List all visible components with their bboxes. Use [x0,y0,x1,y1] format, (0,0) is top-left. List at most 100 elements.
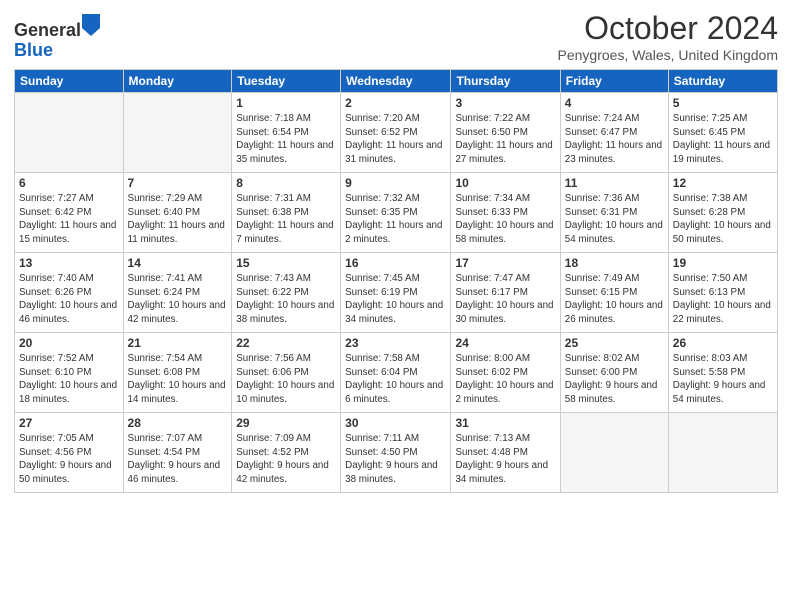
day-info: Sunrise: 7:47 AMSunset: 6:17 PMDaylight:… [455,272,555,327]
day-cell [123,93,232,173]
day-info: Sunrise: 8:02 AMSunset: 6:00 PMDaylight:… [565,352,664,407]
week-row-5: 27 Sunrise: 7:05 AMSunset: 4:56 PMDayligh… [15,413,778,493]
day-cell: 26Sunrise: 8:03 AMSunset: 5:58 PMDayligh… [668,333,777,413]
day-info: Sunrise: 7:36 AMSunset: 6:31 PMDaylight:… [565,192,664,247]
day-cell: 28Sunrise: 7:07 AMSunset: 4:54 PMDayligh… [123,413,232,493]
title-block: October 2024 Penygroes, Wales, United Ki… [558,10,778,63]
day-info: Sunrise: 7:24 AMSunset: 6:47 PMDaylight:… [565,112,664,167]
day-number: 31 [455,416,555,430]
day-info: Sunrise: 7:49 AMSunset: 6:15 PMDaylight:… [565,272,664,327]
day-cell: 21Sunrise: 7:54 AMSunset: 6:08 PMDayligh… [123,333,232,413]
logo: General Blue [14,14,100,61]
logo-blue: Blue [14,40,53,60]
subtitle: Penygroes, Wales, United Kingdom [558,47,778,63]
day-info: Sunrise: 7:18 AMSunset: 6:54 PMDaylight:… [236,112,336,167]
day-cell: 22 Sunrise: 7:56 AMSunset: 6:06 PMDayligh… [232,333,341,413]
day-cell: 4 Sunrise: 7:24 AMSunset: 6:47 PMDaylight… [560,93,668,173]
day-cell: 13 Sunrise: 7:40 AMSunset: 6:26 PMDayligh… [15,253,124,333]
day-cell [668,413,777,493]
day-info: Sunrise: 7:40 AMSunset: 6:26 PMDaylight:… [19,272,119,327]
day-number: 25 [565,336,664,350]
day-number: 26 [673,336,773,350]
day-info: Sunrise: 7:11 AMSunset: 4:50 PMDaylight:… [345,432,446,487]
day-number: 14 [128,256,228,270]
calendar-body: 1 Sunrise: 7:18 AMSunset: 6:54 PMDaylight… [15,93,778,493]
day-number: 7 [128,176,228,190]
logo-icon [82,14,100,36]
day-info: Sunrise: 7:13 AMSunset: 4:48 PMDaylight:… [455,432,555,487]
day-info: Sunrise: 7:58 AMSunset: 6:04 PMDaylight:… [345,352,446,407]
day-number: 9 [345,176,446,190]
day-number: 17 [455,256,555,270]
main-title: October 2024 [558,10,778,47]
day-number: 3 [455,96,555,110]
day-number: 6 [19,176,119,190]
col-wednesday: Wednesday [341,70,451,93]
col-saturday: Saturday [668,70,777,93]
day-info: Sunrise: 7:09 AMSunset: 4:52 PMDaylight:… [236,432,336,487]
day-number: 24 [455,336,555,350]
day-number: 18 [565,256,664,270]
day-info: Sunrise: 7:41 AMSunset: 6:24 PMDaylight:… [128,272,228,327]
day-number: 15 [236,256,336,270]
day-info: Sunrise: 7:50 AMSunset: 6:13 PMDaylight:… [673,272,773,327]
col-thursday: Thursday [451,70,560,93]
day-info: Sunrise: 7:22 AMSunset: 6:50 PMDaylight:… [455,112,555,167]
day-number: 23 [345,336,446,350]
day-cell: 24 Sunrise: 8:00 AMSunset: 6:02 PMDayligh… [451,333,560,413]
day-cell [560,413,668,493]
day-cell: 20Sunrise: 7:52 AMSunset: 6:10 PMDayligh… [15,333,124,413]
day-info: Sunrise: 7:56 AMSunset: 6:06 PMDaylight:… [236,352,336,407]
day-number: 10 [455,176,555,190]
calendar-header: Sunday Monday Tuesday Wednesday Thursday… [15,70,778,93]
day-info: Sunrise: 7:38 AMSunset: 6:28 PMDaylight:… [673,192,773,247]
day-cell: 1 Sunrise: 7:18 AMSunset: 6:54 PMDaylight… [232,93,341,173]
day-number: 4 [565,96,664,110]
day-cell: 9Sunrise: 7:32 AMSunset: 6:35 PMDaylight… [341,173,451,253]
day-cell: 6Sunrise: 7:27 AMSunset: 6:42 PMDaylight… [15,173,124,253]
day-number: 29 [236,416,336,430]
day-cell: 3 Sunrise: 7:22 AMSunset: 6:50 PMDaylight… [451,93,560,173]
week-row-3: 13 Sunrise: 7:40 AMSunset: 6:26 PMDayligh… [15,253,778,333]
week-row-1: 1 Sunrise: 7:18 AMSunset: 6:54 PMDaylight… [15,93,778,173]
day-cell [15,93,124,173]
page: General Blue October 2024 Penygroes, Wal… [0,0,792,612]
header: General Blue October 2024 Penygroes, Wal… [14,10,778,63]
day-number: 8 [236,176,336,190]
day-info: Sunrise: 7:29 AMSunset: 6:40 PMDaylight:… [128,192,228,247]
day-number: 13 [19,256,119,270]
day-number: 2 [345,96,446,110]
day-number: 16 [345,256,446,270]
day-cell: 17 Sunrise: 7:47 AMSunset: 6:17 PMDayligh… [451,253,560,333]
day-cell: 18 Sunrise: 7:49 AMSunset: 6:15 PMDayligh… [560,253,668,333]
day-cell: 16Sunrise: 7:45 AMSunset: 6:19 PMDayligh… [341,253,451,333]
day-info: Sunrise: 7:07 AMSunset: 4:54 PMDaylight:… [128,432,228,487]
day-info: Sunrise: 7:05 AMSunset: 4:56 PMDaylight:… [19,432,119,487]
day-cell: 12 Sunrise: 7:38 AMSunset: 6:28 PMDayligh… [668,173,777,253]
day-cell: 30 Sunrise: 7:11 AMSunset: 4:50 PMDayligh… [341,413,451,493]
col-sunday: Sunday [15,70,124,93]
day-info: Sunrise: 7:43 AMSunset: 6:22 PMDaylight:… [236,272,336,327]
day-cell: 27 Sunrise: 7:05 AMSunset: 4:56 PMDayligh… [15,413,124,493]
day-cell: 25 Sunrise: 8:02 AMSunset: 6:00 PMDayligh… [560,333,668,413]
day-number: 30 [345,416,446,430]
logo-blue-text: Blue [14,41,100,61]
col-monday: Monday [123,70,232,93]
day-info: Sunrise: 8:00 AMSunset: 6:02 PMDaylight:… [455,352,555,407]
day-number: 1 [236,96,336,110]
day-cell: 11Sunrise: 7:36 AMSunset: 6:31 PMDayligh… [560,173,668,253]
header-row: Sunday Monday Tuesday Wednesday Thursday… [15,70,778,93]
calendar: Sunday Monday Tuesday Wednesday Thursday… [14,69,778,493]
week-row-2: 6Sunrise: 7:27 AMSunset: 6:42 PMDaylight… [15,173,778,253]
day-number: 27 [19,416,119,430]
week-row-4: 20Sunrise: 7:52 AMSunset: 6:10 PMDayligh… [15,333,778,413]
day-cell: 10 Sunrise: 7:34 AMSunset: 6:33 PMDayligh… [451,173,560,253]
day-info: Sunrise: 7:25 AMSunset: 6:45 PMDaylight:… [673,112,773,167]
day-number: 12 [673,176,773,190]
day-number: 21 [128,336,228,350]
day-info: Sunrise: 7:52 AMSunset: 6:10 PMDaylight:… [19,352,119,407]
day-number: 22 [236,336,336,350]
day-cell: 14 Sunrise: 7:41 AMSunset: 6:24 PMDayligh… [123,253,232,333]
day-info: Sunrise: 7:34 AMSunset: 6:33 PMDaylight:… [455,192,555,247]
day-cell: 8Sunrise: 7:31 AMSunset: 6:38 PMDaylight… [232,173,341,253]
